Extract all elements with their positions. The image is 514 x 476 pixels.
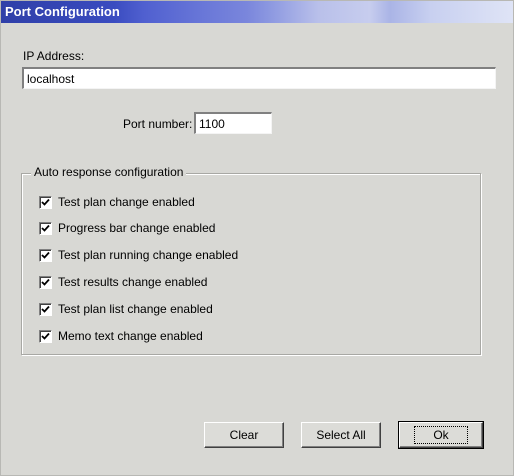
checkbox-label: Test results change enabled	[58, 275, 208, 289]
ok-button-label: Ok	[414, 426, 468, 444]
checkbox-box[interactable]	[39, 329, 52, 343]
check-icon	[41, 305, 50, 313]
port-configuration-window: Port Configuration IP Address: Port numb…	[0, 0, 514, 476]
window-title: Port Configuration	[5, 4, 120, 19]
check-icon	[41, 198, 50, 206]
checkbox-progress-bar-change[interactable]: Progress bar change enabled	[39, 220, 215, 236]
checkbox-label: Test plan list change enabled	[58, 302, 213, 316]
select-all-button[interactable]: Select All	[301, 422, 381, 448]
port-number-input[interactable]	[194, 112, 272, 134]
clear-button[interactable]: Clear	[204, 422, 284, 448]
ok-button[interactable]: Ok	[398, 421, 484, 449]
checkbox-box[interactable]	[39, 302, 52, 316]
checkbox-test-results-change[interactable]: Test results change enabled	[39, 274, 207, 290]
checkbox-label: Test plan running change enabled	[58, 248, 239, 262]
auto-response-group-title: Auto response configuration	[31, 165, 187, 179]
port-number-label: Port number:	[123, 117, 193, 131]
checkbox-memo-text-change[interactable]: Memo text change enabled	[39, 328, 203, 344]
checkbox-box[interactable]	[39, 275, 52, 289]
checkbox-box[interactable]	[39, 195, 52, 209]
ip-address-input[interactable]	[22, 67, 496, 89]
checkbox-test-plan-list-change[interactable]: Test plan list change enabled	[39, 301, 213, 317]
checkbox-box[interactable]	[39, 248, 52, 262]
checkbox-label: Test plan change enabled	[58, 195, 195, 209]
checkbox-test-plan-running-change[interactable]: Test plan running change enabled	[39, 247, 238, 263]
check-icon	[41, 224, 50, 232]
check-icon	[41, 332, 50, 340]
checkbox-label: Progress bar change enabled	[58, 221, 216, 235]
ip-address-label: IP Address:	[23, 49, 85, 63]
title-bar[interactable]: Port Configuration	[1, 1, 513, 23]
checkbox-box[interactable]	[39, 221, 52, 235]
check-icon	[41, 278, 50, 286]
check-icon	[41, 251, 50, 259]
checkbox-test-plan-change[interactable]: Test plan change enabled	[39, 194, 195, 210]
checkbox-label: Memo text change enabled	[58, 329, 203, 343]
